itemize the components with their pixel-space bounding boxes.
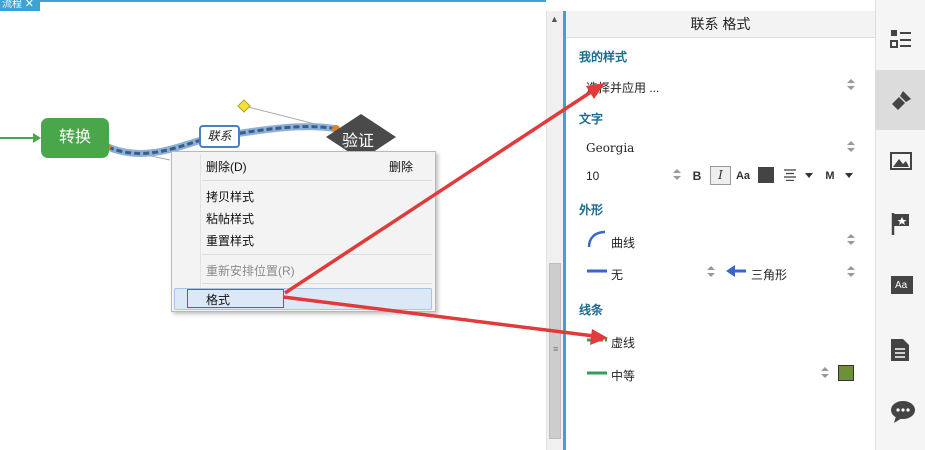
menu-gutter <box>200 154 201 309</box>
marker-flag-icon <box>891 213 909 235</box>
context-menu: 删除(D) 删除 拷贝样式 粘帖样式 重置样式 重新安排位置(R) 格式 <box>171 151 436 312</box>
format-panel-title: 联系 格式 <box>566 11 875 38</box>
canvas-vertical-scrollbar[interactable]: ▲ ≡ <box>546 11 563 450</box>
topic-node-verify-label: 验证 <box>342 133 375 150</box>
notes-icon <box>891 339 909 361</box>
sidebar-marker-button[interactable] <box>876 194 925 254</box>
sidebar-notes-button[interactable] <box>876 320 925 380</box>
align-dropdown-arrow-icon[interactable] <box>805 173 813 178</box>
menu-item-delete-shortcut: 删除 <box>388 160 413 174</box>
topic-node-transform-label: 转换 <box>58 129 91 146</box>
format-panel <box>566 11 875 450</box>
outline-icon <box>890 30 911 48</box>
sidebar-comments-button[interactable] <box>876 382 925 442</box>
topic-node-transform[interactable]: 转换 <box>41 118 109 158</box>
right-sidebar: Aa <box>875 0 925 450</box>
sidebar-outline-button[interactable] <box>876 10 925 70</box>
text-color-swatch[interactable] <box>758 167 774 183</box>
sidebar-label-button[interactable]: Aa <box>876 257 925 317</box>
image-icon <box>890 152 912 170</box>
font-family-select[interactable]: Georgia <box>586 141 634 155</box>
menu-item-reset-style[interactable]: 重置样式 <box>206 232 254 249</box>
scrollbar-thumb[interactable]: ≡ <box>549 263 561 439</box>
no-arrow-icon <box>587 269 607 273</box>
menu-item-paste-style[interactable]: 粘帖样式 <box>206 210 254 227</box>
bold-button[interactable]: B <box>689 167 705 185</box>
menu-item-rearrange: 重新安排位置(R) <box>206 264 295 278</box>
text-label-icon: Aa <box>891 276 913 294</box>
connector-arrowhead <box>33 133 41 143</box>
dashed-line-icon <box>587 338 607 342</box>
section-text: 文字 <box>579 112 604 126</box>
end-arrow-spinner-icon[interactable] <box>847 266 855 278</box>
line-shape-select[interactable]: 曲线 <box>611 234 635 251</box>
relationship-label[interactable]: 联系 <box>199 125 240 148</box>
line-width-spinner-icon[interactable] <box>821 367 829 379</box>
curve-control-handle[interactable] <box>237 99 251 113</box>
font-family-spinner-icon[interactable] <box>847 141 855 153</box>
sidebar-format-button[interactable] <box>876 70 925 130</box>
menu-separator <box>202 254 432 255</box>
section-line: 线条 <box>579 303 604 317</box>
format-brush-icon <box>892 91 911 110</box>
triangle-arrow-icon <box>726 265 746 277</box>
section-my-style: 我的样式 <box>579 50 628 64</box>
start-arrow-select[interactable]: 无 <box>611 266 623 283</box>
font-size-field[interactable]: 10 <box>586 169 599 183</box>
line-width-select[interactable]: 中等 <box>611 367 635 384</box>
start-arrow-spinner-icon[interactable] <box>707 266 715 278</box>
line-pattern-select[interactable]: 虚线 <box>611 334 635 351</box>
svg-text:Aa: Aa <box>895 280 908 291</box>
medium-line-icon <box>587 371 607 375</box>
style-select-spinner-icon[interactable] <box>847 79 855 91</box>
text-case-button[interactable]: Aa <box>735 167 751 185</box>
align-center-icon[interactable] <box>783 169 797 181</box>
size-dropdown-arrow-icon[interactable] <box>845 173 853 178</box>
style-select[interactable]: 选择并应用 ... <box>586 79 659 96</box>
annotation-highlight-box <box>187 289 284 308</box>
menu-item-delete[interactable]: 删除(D) <box>206 158 247 175</box>
sidebar-image-button[interactable] <box>876 132 925 192</box>
end-arrow-select[interactable]: 三角形 <box>751 266 787 283</box>
font-size-spinner-icon[interactable] <box>673 169 681 181</box>
line-color-swatch[interactable] <box>838 365 854 381</box>
italic-button[interactable]: I <box>710 166 731 185</box>
curve-shape-icon <box>587 230 606 248</box>
text-size-letter-button[interactable]: M <box>823 167 837 185</box>
menu-separator <box>202 180 432 181</box>
line-shape-spinner-icon[interactable] <box>847 234 855 246</box>
menu-item-copy-style[interactable]: 拷贝样式 <box>206 188 254 205</box>
menu-separator <box>202 283 432 284</box>
comments-icon <box>891 401 915 423</box>
scrollbar-grip-icon: ≡ <box>553 344 559 354</box>
section-shape: 外形 <box>579 203 604 217</box>
scroll-up-arrow-icon[interactable]: ▲ <box>550 14 559 24</box>
